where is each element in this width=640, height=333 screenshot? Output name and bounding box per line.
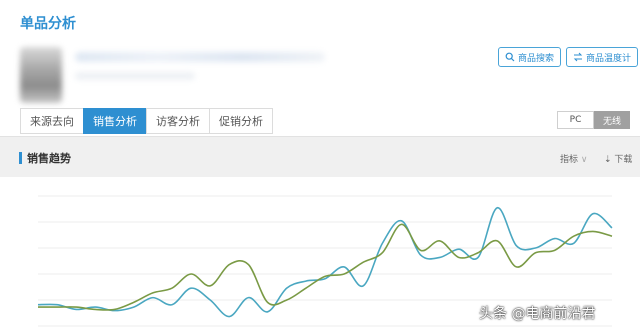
download-label: 下载 bbox=[614, 155, 633, 165]
tab-visitors[interactable]: 访客分析 bbox=[146, 108, 209, 134]
product-meta-blurred bbox=[75, 72, 195, 80]
chevron-down-icon: ∨ bbox=[580, 155, 588, 165]
indicator-label: 指标 bbox=[560, 155, 579, 165]
product-thermometer-label: 商品温度计 bbox=[586, 53, 632, 64]
section-title: 销售趋势 bbox=[27, 152, 71, 165]
tab-source[interactable]: 来源去向 bbox=[20, 108, 83, 134]
tab-promotion[interactable]: 促销分析 bbox=[209, 108, 273, 134]
section-header: 销售趋势 指标 ∨ ⇣ 下载 bbox=[0, 136, 640, 177]
page-card: 单品分析 商品搜索 商品温度计 来源去向 销售分析 访客分析 促销分析 PC 无… bbox=[0, 0, 640, 333]
product-name-blurred bbox=[75, 52, 325, 62]
product-thumbnail-blurred bbox=[20, 47, 62, 103]
download-button[interactable]: ⇣ 下载 bbox=[604, 152, 632, 165]
device-pc-option[interactable]: PC bbox=[557, 111, 594, 129]
section-accent-bar bbox=[19, 152, 22, 164]
product-search-label: 商品搜索 bbox=[518, 53, 555, 64]
watermark: 头条 @电商前沿君 bbox=[479, 306, 596, 322]
download-icon: ⇣ bbox=[604, 155, 612, 165]
tab-sales[interactable]: 销售分析 bbox=[83, 108, 146, 134]
device-toggle: PC 无线 bbox=[557, 111, 630, 129]
device-mobile-option[interactable]: 无线 bbox=[594, 111, 630, 129]
search-icon bbox=[505, 52, 515, 62]
exchange-icon bbox=[573, 52, 583, 62]
indicator-dropdown[interactable]: 指标 ∨ bbox=[560, 152, 587, 165]
product-thermometer-button[interactable]: 商品温度计 bbox=[566, 47, 639, 67]
analysis-tabs: 来源去向 销售分析 访客分析 促销分析 bbox=[20, 108, 273, 134]
series-line-green bbox=[37, 223, 613, 311]
product-search-button[interactable]: 商品搜索 bbox=[498, 47, 562, 67]
page-title: 单品分析 bbox=[20, 16, 76, 32]
